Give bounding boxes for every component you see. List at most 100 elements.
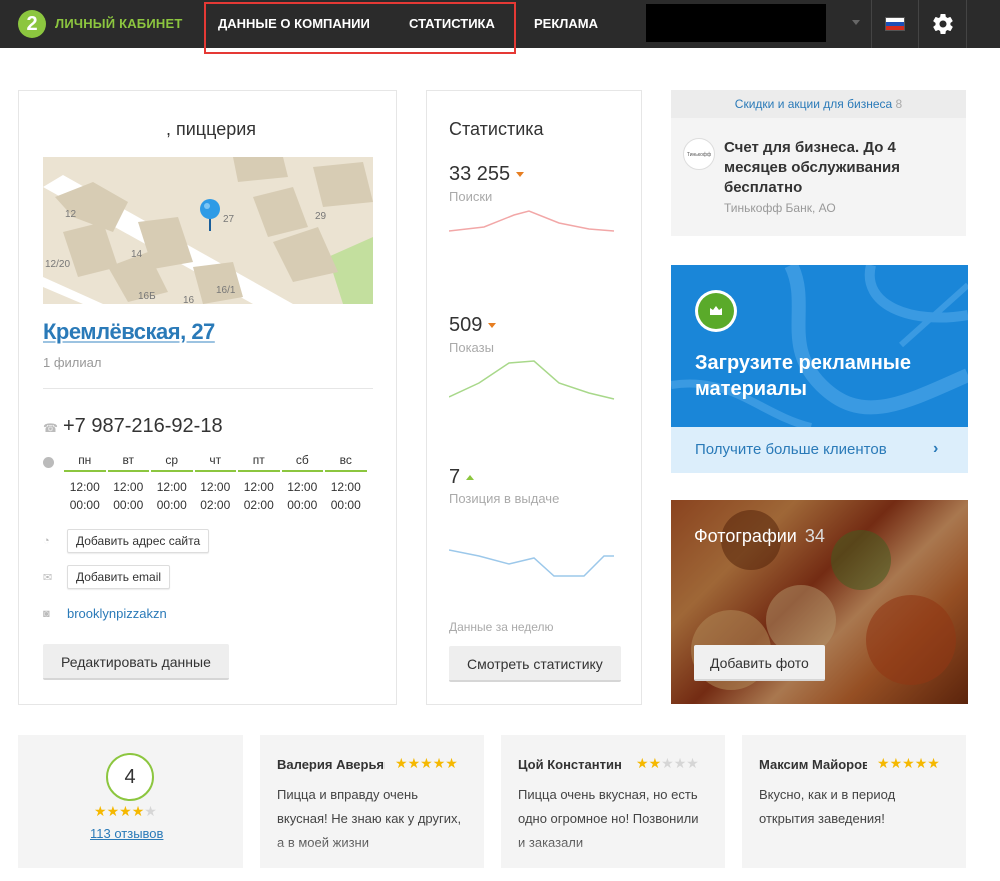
crown-badge-inner [698,293,734,329]
close-time: 00:00 [113,498,144,512]
photos-card[interactable]: Фотографии 34 Добавить фото [671,500,968,704]
russian-flag-icon[interactable] [885,17,905,31]
separator [871,0,872,48]
promo-header[interactable]: Скидки и акции для бизнеса 8 [671,90,966,118]
crown-icon [710,306,722,315]
photos-title-text: Фотографии [694,526,797,546]
star-icon: ★ [661,755,674,771]
company-card: , пиццерия 12 27 29 12/20 14 16Б 16 16/1… [18,90,397,705]
company-title: , пиццерия [160,119,257,139]
tinkoff-logo-icon: Тинькофф [683,138,715,170]
promo-card[interactable]: Скидки и акции для бизнеса 8 Тинькофф Сч… [671,90,966,236]
reviews-count-link[interactable]: 113 отзывов [90,826,163,841]
promo-title[interactable]: Счет для бизнеса. До 4 месяцев обслужива… [724,138,954,198]
promo-header-count: 8 [895,97,903,111]
star-icon: ★ [432,755,446,771]
instagram-icon: ◙ [43,608,50,620]
impressions-sparkline [449,360,615,400]
phone-icon: ☎ [43,421,58,435]
gear-icon[interactable] [931,12,955,36]
logo-icon[interactable]: 2 [18,10,46,38]
week-note: Данные за неделю [449,620,554,634]
map-label: 14 [131,249,143,260]
day-label: вс [325,453,367,472]
close-time: 00:00 [330,498,361,512]
star-icon: ★ [927,755,940,771]
star-icon: ★ [94,803,107,819]
star-icon: ★ [877,755,890,771]
hours-column: пт 12:00 02:00 [237,453,281,514]
sparkline-line [449,210,615,232]
upload-banner[interactable]: Загрузите рекламные материалы [671,265,968,427]
day-label: чт [194,453,236,472]
open-time: 12:00 [243,480,274,494]
trend-up-icon [466,475,475,481]
mail-icon: ✉ [43,572,53,584]
photos-title[interactable]: Фотографии 34 [694,526,825,547]
star-icon: ★ [119,803,132,819]
instagram-link[interactable]: brooklynpizzakzn [67,606,167,621]
day-label: вт [107,453,149,472]
globe-icon: ◔ [43,535,50,547]
day-label: пт [238,453,280,472]
star-icon: ★ [106,803,120,819]
statistics-card: Статистика 33 255 Поиски 509 Показы 7 По… [426,90,642,705]
trend-down-icon [488,323,497,329]
edit-data-button[interactable]: Редактировать данные [43,644,229,680]
chevron-down-icon[interactable] [852,20,860,25]
map-label: 16/1 [216,285,236,296]
map-pattern-line [864,265,968,323]
photos-count: 34 [804,526,825,546]
stat-position-value: 7 [449,466,475,489]
branch-count[interactable]: 1 филиал [43,355,101,370]
open-time: 12:00 [156,480,187,494]
close-time: 00:00 [69,498,100,512]
map-label: 29 [315,211,327,222]
searches-sparkline [449,210,615,232]
rating-stars: ★★★★★ [94,803,157,820]
star-icon: ★ [889,755,903,771]
sparkline-line [449,549,614,577]
open-time: 12:00 [287,480,318,494]
upload-link-bar[interactable]: Получите больше клиентов › [671,427,968,473]
promo-header-text[interactable]: Скидки и акции для бизнеса [735,97,892,111]
star-icon: ★ [673,755,687,771]
review-card[interactable]: Максим Майоров ★★★★★ Вкусно, как и в пер… [742,735,966,868]
star-icon: ★ [648,755,662,771]
chevron-right-icon[interactable]: › [933,440,938,458]
text-fade [501,838,725,868]
close-time: 02:00 [243,498,274,512]
open-time: 12:00 [113,480,144,494]
review-card[interactable]: Цой Константин ★★★★★ Пицца очень вкусная… [501,735,725,868]
star-icon: ★ [445,755,458,771]
stat-impressions-value: 509 [449,314,497,337]
review-card[interactable]: Валерия Аверьянова ★★★★★ Пицца и вправду… [260,735,484,868]
upload-ads-card[interactable]: Загрузите рекламные материалы Получите б… [671,265,968,473]
promo-company: Тинькофф Банк, АО [724,201,836,215]
review-author: Цой Константин [518,757,622,772]
view-statistics-button[interactable]: Смотреть статистику [449,646,621,682]
nav-advertising[interactable]: РЕКЛАМА [534,16,598,31]
logo-text[interactable]: ЛИЧНЫЙ КАБИНЕТ [55,16,182,31]
get-more-clients-link[interactable]: Получите больше клиентов [695,441,887,458]
review-text: Вкусно, как и в период открытия заведени… [759,787,896,826]
separator [918,0,919,48]
star-icon: ★ [131,803,145,819]
location-map[interactable]: 12 27 29 12/20 14 16Б 16 16/1 [43,157,373,304]
close-time: 00:00 [287,498,318,512]
add-email-button[interactable]: Добавить email [67,565,171,589]
add-photo-button[interactable]: Добавить фото [694,645,825,681]
separator [966,0,967,48]
company-address-link[interactable]: Кремлёвская, 27 [43,319,215,345]
trend-down-icon [516,172,525,178]
open-time: 12:00 [69,480,100,494]
day-label: пн [64,453,106,472]
redacted-account-name[interactable] [646,4,826,42]
add-website-button[interactable]: Добавить адрес сайта [67,529,210,553]
upload-title[interactable]: Загрузите рекламные материалы [695,350,965,402]
rating-score: 4 [106,753,154,801]
text-fade [260,838,484,868]
divider [43,388,373,389]
close-time: 00:00 [156,498,187,512]
nav-highlight-box [204,2,516,54]
